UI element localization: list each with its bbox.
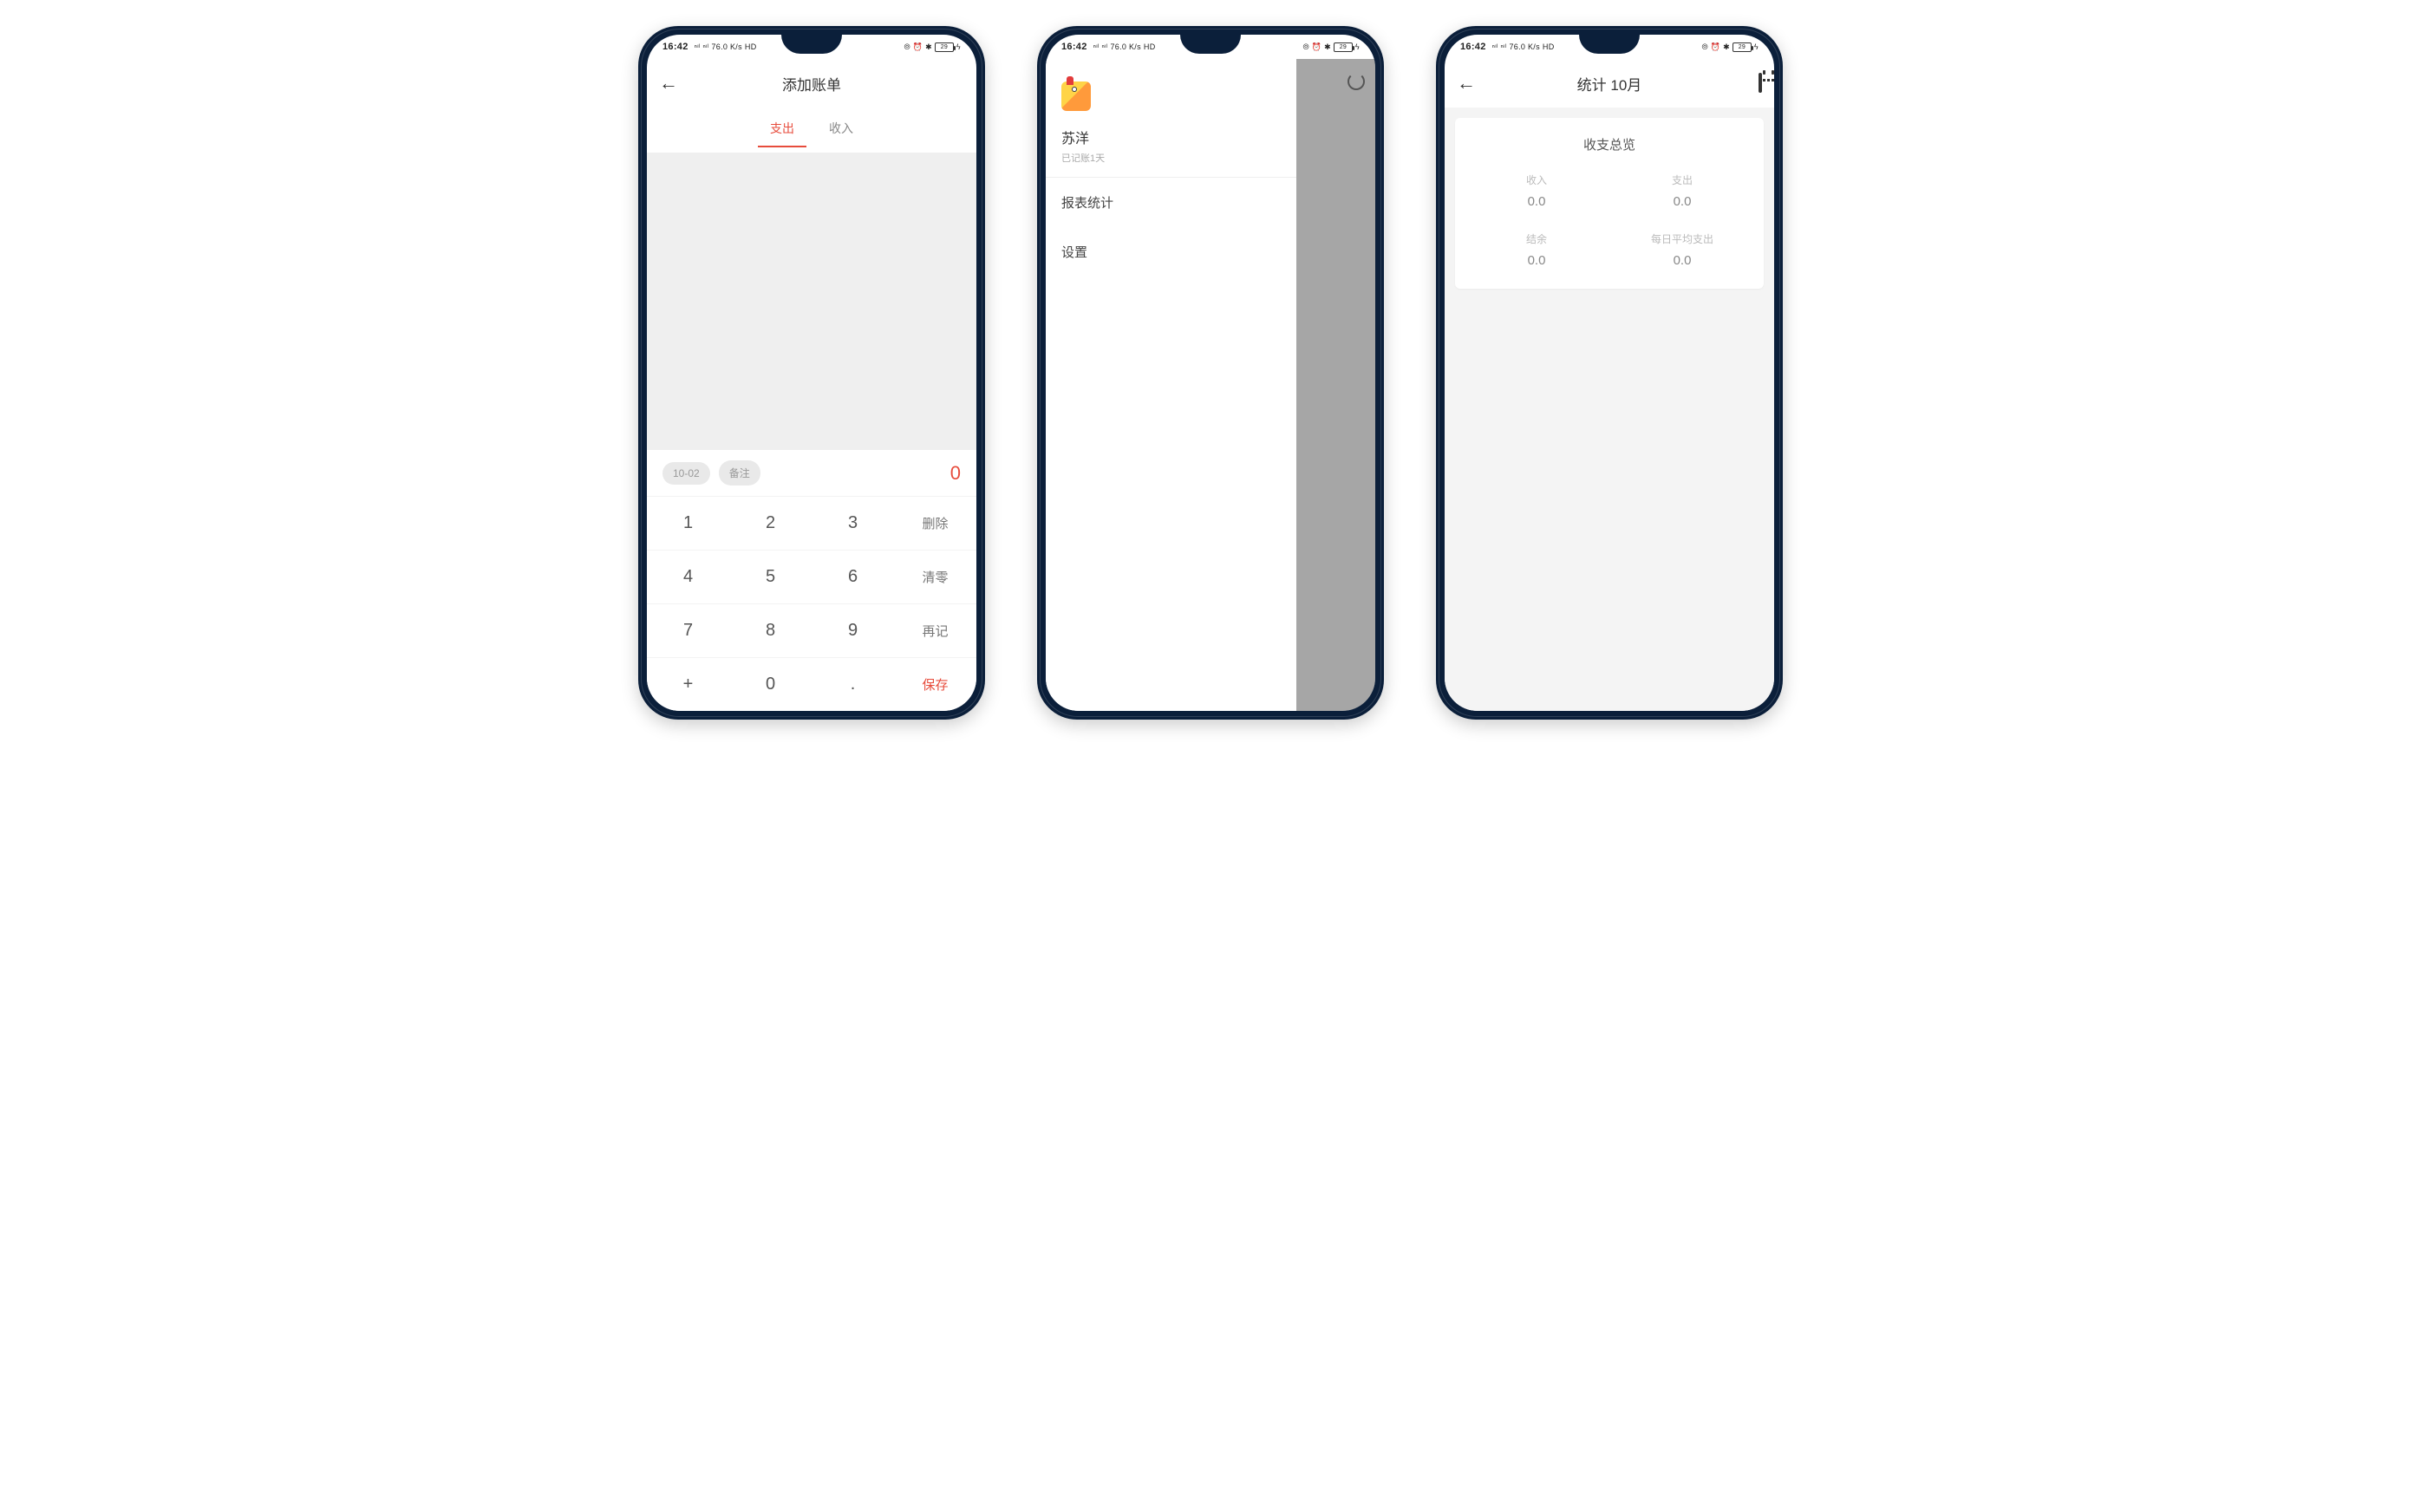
net-speed: 76.0 K/s — [711, 43, 741, 51]
charging-icon: ϟ — [1355, 43, 1360, 51]
overview-card: 收支总览 收入 0.0 支出 0.0 结余 0.0 每日平均 — [1455, 118, 1764, 289]
amount-display: 0 — [950, 462, 961, 485]
net-speed: 76.0 K/s — [1509, 43, 1539, 51]
signal-icon: ⁿᶦˡ ⁿᶦˡ — [1492, 43, 1507, 51]
notch — [1579, 35, 1640, 54]
key-5[interactable]: 5 — [729, 550, 812, 603]
stat-avg-label: 每日平均支出 — [1609, 231, 1755, 246]
status-time: 16:42 — [1061, 42, 1087, 52]
screen-add-bill: 16:42 ⁿᶦˡ ⁿᶦˡ 76.0 K/s HD ⦾ ⏰ ✱ 29 ϟ ← 添… — [647, 35, 976, 711]
page-title: 统计 10月 — [1577, 73, 1642, 94]
hd-icon: HD — [1543, 43, 1555, 51]
charging-icon: ϟ — [1754, 43, 1759, 51]
status-icons: ⦾ ⏰ ✱ — [1302, 43, 1330, 51]
stat-expense: 支出 0.0 — [1609, 173, 1755, 209]
header: ← 添加账单 — [647, 59, 976, 108]
stat-balance-value: 0.0 — [1464, 253, 1609, 268]
stat-balance-label: 结余 — [1464, 231, 1609, 246]
stat-avg-value: 0.0 — [1609, 253, 1755, 268]
drawer-item-settings[interactable]: 设置 — [1046, 227, 1296, 277]
stat-income: 收入 0.0 — [1464, 173, 1609, 209]
key-2[interactable]: 2 — [729, 496, 812, 550]
phone-2: 16:42 ⁿᶦˡ ⁿᶦˡ 76.0 K/s HD ⦾ ⏰ ✱ 29 ϟ 苏洋 … — [1037, 26, 1384, 720]
back-icon[interactable]: ← — [659, 72, 678, 94]
notch — [781, 35, 842, 54]
net-speed: 76.0 K/s — [1110, 43, 1140, 51]
status-icons: ⦾ ⏰ ✱ — [1701, 43, 1729, 51]
key-6[interactable]: 6 — [812, 550, 894, 603]
drawer-header[interactable]: 苏洋 已记账1天 — [1046, 59, 1296, 178]
key-0[interactable]: 0 — [729, 657, 812, 711]
battery-icon: 29 — [935, 42, 954, 52]
key-8[interactable]: 8 — [729, 603, 812, 657]
phone-3: 16:42 ⁿᶦˡ ⁿᶦˡ 76.0 K/s HD ⦾ ⏰ ✱ 29 ϟ ← 统… — [1436, 26, 1783, 720]
tab-income[interactable]: 收入 — [824, 114, 858, 142]
nav-drawer: 苏洋 已记账1天 报表统计 设置 — [1046, 59, 1296, 711]
calendar-button[interactable] — [1759, 75, 1762, 92]
key-again[interactable]: 再记 — [894, 603, 976, 657]
signal-icon: ⁿᶦˡ ⁿᶦˡ — [1093, 43, 1108, 51]
category-area[interactable] — [647, 153, 976, 450]
tab-expense[interactable]: 支出 — [765, 114, 799, 142]
date-chip[interactable]: 10-02 — [662, 462, 710, 485]
stat-income-value: 0.0 — [1464, 194, 1609, 209]
stat-income-label: 收入 — [1464, 173, 1609, 187]
key-save[interactable]: 保存 — [894, 657, 976, 711]
drawer-item-reports[interactable]: 报表统计 — [1046, 178, 1296, 227]
user-name: 苏洋 — [1061, 127, 1281, 147]
status-time: 16:42 — [1460, 42, 1486, 52]
page-title: 添加账单 — [782, 73, 841, 94]
drawer-scrim[interactable] — [1296, 59, 1375, 711]
calendar-icon — [1759, 73, 1762, 93]
card-title: 收支总览 — [1464, 135, 1755, 153]
note-chip[interactable]: 备注 — [719, 460, 760, 486]
type-tabs: 支出 收入 — [647, 108, 976, 153]
screen-stats: 16:42 ⁿᶦˡ ⁿᶦˡ 76.0 K/s HD ⦾ ⏰ ✱ 29 ϟ ← 统… — [1445, 35, 1774, 711]
key-dot[interactable]: . — [812, 657, 894, 711]
status-time: 16:42 — [662, 42, 688, 52]
back-icon[interactable]: ← — [1457, 72, 1476, 94]
signal-icon: ⁿᶦˡ ⁿᶦˡ — [695, 43, 709, 51]
key-7[interactable]: 7 — [647, 603, 729, 657]
screen-drawer: 16:42 ⁿᶦˡ ⁿᶦˡ 76.0 K/s HD ⦾ ⏰ ✱ 29 ϟ 苏洋 … — [1046, 35, 1375, 711]
notch — [1180, 35, 1241, 54]
battery-icon: 29 — [1733, 42, 1752, 52]
amount-row: 10-02 备注 0 — [647, 450, 976, 496]
key-3[interactable]: 3 — [812, 496, 894, 550]
header: ← 统计 10月 — [1445, 59, 1774, 108]
user-subtitle: 已记账1天 — [1061, 151, 1281, 165]
hd-icon: HD — [745, 43, 757, 51]
phone-1: 16:42 ⁿᶦˡ ⁿᶦˡ 76.0 K/s HD ⦾ ⏰ ✱ 29 ϟ ← 添… — [638, 26, 985, 720]
stats-body[interactable]: 收支总览 收入 0.0 支出 0.0 结余 0.0 每日平均 — [1445, 108, 1774, 711]
charging-icon: ϟ — [956, 43, 961, 51]
keypad: 1 2 3 删除 4 5 6 清零 7 8 9 再记 + 0 . 保存 — [647, 496, 976, 711]
stat-avg: 每日平均支出 0.0 — [1609, 231, 1755, 268]
key-clear[interactable]: 清零 — [894, 550, 976, 603]
key-delete[interactable]: 删除 — [894, 496, 976, 550]
hd-icon: HD — [1144, 43, 1156, 51]
key-plus[interactable]: + — [647, 657, 729, 711]
key-9[interactable]: 9 — [812, 603, 894, 657]
refresh-icon[interactable] — [1348, 73, 1365, 90]
stat-expense-value: 0.0 — [1609, 194, 1755, 209]
battery-icon: 29 — [1334, 42, 1353, 52]
stat-expense-label: 支出 — [1609, 173, 1755, 187]
stats-grid: 收入 0.0 支出 0.0 结余 0.0 每日平均支出 0.0 — [1464, 173, 1755, 268]
key-4[interactable]: 4 — [647, 550, 729, 603]
stat-balance: 结余 0.0 — [1464, 231, 1609, 268]
status-icons: ⦾ ⏰ ✱ — [904, 43, 931, 51]
avatar — [1061, 81, 1091, 111]
key-1[interactable]: 1 — [647, 496, 729, 550]
